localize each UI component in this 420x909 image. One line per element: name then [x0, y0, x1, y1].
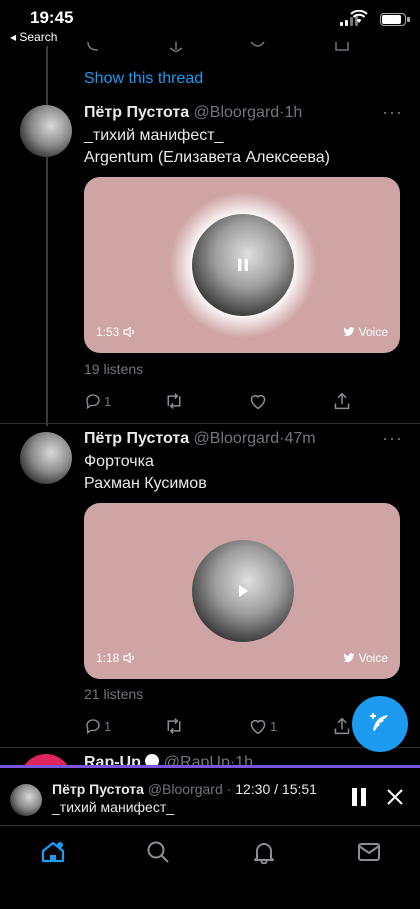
- player-header: Пётр Пустота @Bloorgard · 12:30 / 15:51: [52, 781, 317, 797]
- voice-duration: 1:18: [96, 651, 120, 665]
- more-options-icon[interactable]: ···: [382, 428, 403, 449]
- avatar[interactable]: [20, 432, 72, 484]
- speaker-icon: [123, 326, 134, 338]
- messages-icon[interactable]: [357, 842, 381, 862]
- like-button[interactable]: 1: [248, 717, 277, 735]
- voice-avatar-disc[interactable]: [192, 214, 294, 316]
- tweet-header: Пётр Пустота @Bloorgard·1h: [84, 104, 303, 121]
- battery-icon: [380, 13, 410, 26]
- wifi-icon: [350, 10, 368, 23]
- voice-duration-group: 1:18: [96, 651, 137, 665]
- player-progress-text: 12:30 / 15:51: [235, 781, 317, 797]
- voice-label-group: Voice: [343, 325, 388, 339]
- reply-count: 1: [104, 393, 112, 409]
- tweet-time: 1h: [284, 104, 303, 121]
- voice-label: Voice: [358, 651, 388, 665]
- voice-label: Voice: [358, 325, 388, 339]
- reply-button[interactable]: 1: [84, 392, 111, 410]
- reply-icon: [86, 394, 100, 410]
- compose-tweet-button[interactable]: [352, 696, 408, 752]
- search-icon[interactable]: [146, 840, 170, 864]
- playback-progress-bar: [0, 765, 332, 768]
- voice-card[interactable]: 1:53 Voice: [84, 177, 400, 353]
- status-time: 19:45: [30, 8, 74, 27]
- author-handle[interactable]: @Bloorgard: [194, 104, 280, 121]
- twitter-bird-icon: [343, 327, 355, 336]
- tweet-text-line-2: Argentum (Елизавета Алексеева): [84, 149, 330, 166]
- show-thread-link[interactable]: Show this thread: [84, 70, 203, 88]
- player-author: Пётр Пустота: [52, 781, 144, 797]
- player-close-icon[interactable]: [386, 788, 404, 806]
- voice-avatar-disc[interactable]: [192, 540, 294, 642]
- author-handle[interactable]: @RapUp: [164, 754, 230, 765]
- author-handle[interactable]: @Bloorgard: [194, 430, 280, 447]
- voice-card[interactable]: 1:18 Voice: [84, 503, 400, 679]
- player-handle: @Bloorgard: [147, 781, 223, 797]
- twitter-bird-icon: [343, 653, 355, 662]
- compose-feather-icon: [370, 713, 388, 731]
- tweet-text-line-1: _тихий манифест_: [84, 127, 224, 144]
- verified-icon: [145, 754, 160, 765]
- listens-count: 19 listens: [84, 361, 144, 377]
- more-options-icon[interactable]: ···: [382, 102, 403, 123]
- listens-count: 21 listens: [84, 686, 144, 702]
- author-name[interactable]: Пётр Пустота: [84, 430, 189, 447]
- tweet-actions: 1: [84, 392, 400, 412]
- player-title: _тихий манифест_: [52, 799, 175, 815]
- retweet-icon[interactable]: [164, 392, 184, 410]
- avatar[interactable]: [20, 754, 72, 765]
- thread-connector: [46, 46, 48, 426]
- avatar[interactable]: [20, 105, 72, 157]
- retweet-icon[interactable]: [164, 717, 184, 735]
- author-name[interactable]: Пётр Пустота: [84, 104, 189, 121]
- play-icon[interactable]: [230, 578, 256, 604]
- author-name[interactable]: Rap-Up: [84, 754, 141, 765]
- tweet-header: Пётр Пустота @Bloorgard·47m: [84, 430, 316, 447]
- next-tweet-peek[interactable]: Rap-Up @RapUp·1h: [0, 748, 420, 765]
- tweet-text-line-1: Форточка: [84, 453, 154, 470]
- like-count: 1: [270, 718, 278, 734]
- voice-label-group: Voice: [343, 651, 388, 665]
- share-icon[interactable]: [332, 717, 352, 735]
- player-avatar: [10, 784, 42, 816]
- previous-tweet-actions: [87, 41, 349, 52]
- reply-count: 1: [104, 718, 112, 734]
- tweet-time: 1h: [235, 754, 253, 765]
- home-icon[interactable]: [40, 840, 66, 864]
- divider: [0, 423, 420, 424]
- bottom-tab-bar: [0, 825, 420, 909]
- pause-icon[interactable]: [230, 252, 256, 278]
- notifications-icon[interactable]: [252, 840, 276, 864]
- back-to-search-link[interactable]: ◂ Search: [10, 30, 57, 44]
- player-pause-icon[interactable]: [350, 787, 368, 807]
- reply-button[interactable]: 1: [84, 717, 111, 735]
- like-icon[interactable]: [248, 392, 268, 410]
- voice-duration-group: 1:53: [96, 325, 137, 339]
- reply-icon: [86, 719, 100, 735]
- speaker-icon: [123, 652, 134, 664]
- tweet-text-line-2: Рахман Кусимов: [84, 475, 207, 492]
- like-icon: [250, 719, 266, 735]
- voice-duration: 1:53: [96, 325, 120, 339]
- tweet-time: 47m: [284, 430, 316, 447]
- share-icon[interactable]: [332, 392, 352, 410]
